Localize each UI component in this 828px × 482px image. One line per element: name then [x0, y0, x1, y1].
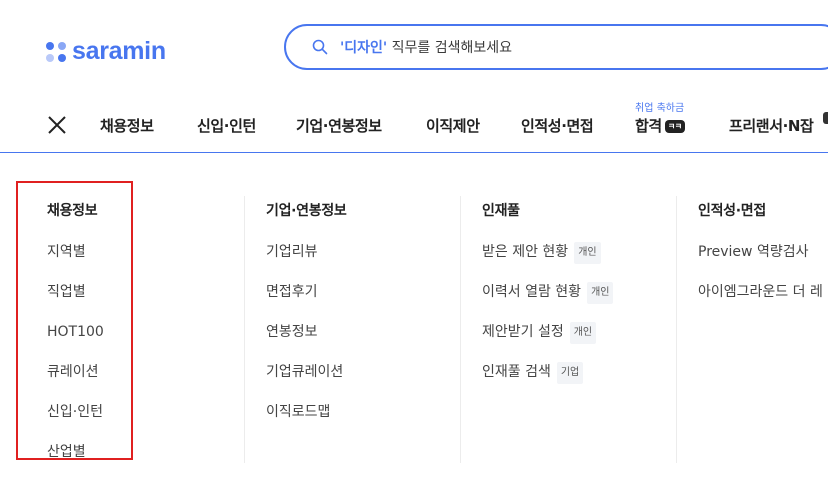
- search-icon: [312, 39, 328, 55]
- menu-link[interactable]: 기업리뷰: [266, 242, 347, 262]
- menu-link-label: 이력서 열람 현황: [482, 284, 582, 300]
- user-type-badge: 개인: [587, 282, 614, 304]
- nav-overflow-badge-icon: [823, 112, 828, 124]
- menu-column-title[interactable]: 인적성·면접: [698, 200, 823, 220]
- nav-item-newcomer-intern[interactable]: 신입·인턴: [197, 115, 256, 136]
- menu-link[interactable]: 인재풀 검색 기업: [482, 362, 613, 384]
- menu-link[interactable]: 제안받기 설정 개인: [482, 322, 613, 344]
- menu-link-label: 인재풀 검색: [482, 364, 551, 380]
- nav-item-job-offer[interactable]: 이직제안: [426, 115, 480, 136]
- menu-link-label: 제안받기 설정: [482, 324, 564, 340]
- main-nav: 채용정보 신입·인턴 기업·연봉정보 이직제안 인적성·면접 취업 축하금 합격…: [0, 96, 828, 153]
- highlight-box: [16, 181, 133, 460]
- user-type-badge: 개인: [574, 242, 601, 264]
- logo-dots-icon: [46, 41, 66, 62]
- menu-column-talent-pool: 인재풀 받은 제안 현황 개인 이력서 열람 현황 개인 제안받기 설정 개인 인재풀…: [482, 200, 614, 402]
- nav-hapgyeok-subtitle: 취업 축하금: [635, 103, 685, 114]
- menu-column-company: 기업·연봉정보 기업리뷰 면접후기 연봉정보 기업큐레이션 이직로드맵: [266, 200, 347, 442]
- column-divider: [676, 196, 677, 463]
- user-type-badge: 기업: [556, 362, 584, 384]
- close-icon[interactable]: [47, 115, 67, 135]
- chat-bubble-icon: ㅋㅋ: [664, 120, 685, 133]
- search-placeholder: '디자인' 직무를 검색해보세요: [340, 37, 512, 57]
- menu-link[interactable]: 받은 제안 현황 개인: [482, 242, 613, 264]
- menu-link[interactable]: 연봉정보: [266, 322, 347, 342]
- column-divider: [460, 196, 461, 463]
- menu-link[interactable]: Preview 역량검사: [698, 242, 823, 262]
- menu-link[interactable]: 아이엠그라운드 더 레: [698, 282, 823, 302]
- menu-column-aptitude: 인적성·면접 Preview 역량검사 아이엠그라운드 더 레: [698, 200, 823, 322]
- menu-column-title[interactable]: 인재풀: [482, 200, 613, 220]
- menu-column-title[interactable]: 기업·연봉정보: [266, 200, 347, 220]
- menu-link[interactable]: 기업큐레이션: [266, 362, 347, 382]
- menu-link[interactable]: 이직로드맵: [266, 402, 347, 422]
- column-divider: [244, 196, 245, 463]
- nav-item-jobs[interactable]: 채용정보: [100, 115, 154, 136]
- search-placeholder-text: 직무를 검색해보세요: [387, 40, 513, 56]
- search-input[interactable]: '디자인' 직무를 검색해보세요: [284, 24, 828, 70]
- search-placeholder-keyword: '디자인': [340, 40, 388, 56]
- logo-text: saramin: [72, 37, 166, 65]
- menu-link-label: 받은 제안 현황: [482, 244, 569, 260]
- nav-item-hapgyeok-label: 합격: [635, 117, 662, 135]
- menu-link[interactable]: 면접후기: [266, 282, 347, 302]
- nav-item-aptitude-interview[interactable]: 인적성·면접: [521, 115, 594, 136]
- saramin-logo[interactable]: saramin: [46, 37, 166, 66]
- nav-item-freelancer[interactable]: 프리랜서·N잡: [729, 115, 814, 136]
- user-type-badge: 개인: [569, 322, 597, 344]
- nav-item-company-salary[interactable]: 기업·연봉정보: [296, 115, 382, 136]
- nav-item-hapgyeok[interactable]: 합격 ㅋㅋ: [635, 115, 685, 136]
- menu-link[interactable]: 이력서 열람 현황 개인: [482, 282, 614, 304]
